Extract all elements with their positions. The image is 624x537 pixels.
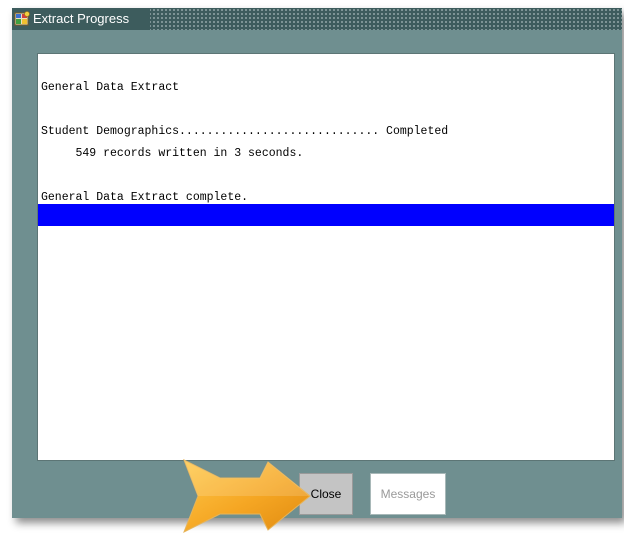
log-line: General Data Extract bbox=[41, 81, 180, 94]
selected-line-highlight[interactable] bbox=[38, 204, 614, 226]
extract-progress-window: Extract Progress General Data Extract St… bbox=[12, 8, 622, 518]
title-bar[interactable]: Extract Progress bbox=[12, 8, 622, 30]
arrow-pointer-icon bbox=[183, 458, 311, 534]
window-title: Extract Progress bbox=[33, 11, 130, 26]
log-line: 549 records written in 3 seconds. bbox=[41, 147, 304, 160]
log-line: Student Demographics....................… bbox=[41, 125, 449, 138]
messages-button[interactable]: Messages bbox=[370, 473, 446, 515]
log-output-panel: General Data Extract Student Demographic… bbox=[37, 53, 615, 461]
log-line: General Data Extract complete. bbox=[41, 191, 249, 204]
app-icon bbox=[14, 11, 30, 26]
